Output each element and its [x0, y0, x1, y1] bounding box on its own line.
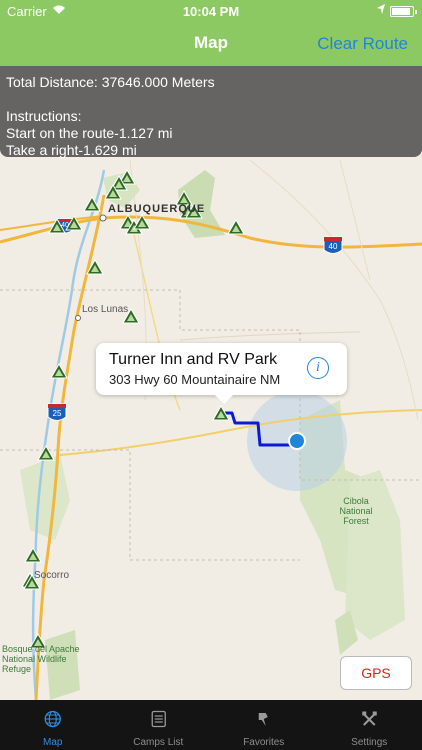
instruction-step: Take a right-1.629 mi: [6, 142, 137, 158]
pin-icon: [258, 713, 268, 726]
clock: 10:04 PM: [182, 4, 240, 19]
campsite-callout[interactable]: Turner Inn and RV Park 303 Hwy 60 Mounta…: [96, 343, 347, 404]
list-icon: [151, 710, 166, 728]
navigation-bar: Carrier 10:04 PM Map Clear Route: [0, 0, 422, 66]
label-i25: 25: [52, 409, 62, 418]
callout-title: Turner Inn and RV Park: [109, 351, 278, 368]
total-distance: Total Distance: 37646.000 Meters: [6, 74, 215, 90]
gps-button[interactable]: GPS: [340, 656, 412, 690]
tools-icon: [361, 711, 377, 726]
tab-label: Camps List: [133, 737, 184, 748]
route-instructions-panel: Total Distance: 37646.000 Meters Instruc…: [0, 66, 422, 158]
label-i40: 40: [328, 242, 338, 251]
location-arrow-icon: [377, 4, 385, 14]
label-cibola-national-forest: Cibola National Forest: [339, 496, 373, 526]
callout-address: 303 Hwy 60 Mountainaire NM: [109, 372, 281, 387]
label-bosque-del-apache: Bosque del Apache National Wildlife Refu…: [2, 644, 80, 674]
battery-icon: [390, 6, 417, 17]
tab-label: Map: [43, 737, 63, 748]
label-socorro: Socorro: [34, 570, 70, 581]
tab-label: Settings: [351, 737, 388, 748]
tab-camps-list[interactable]: Camps List: [106, 700, 212, 750]
tab-bar: Map Camps List Favorites Settings: [0, 700, 422, 750]
tab-settings[interactable]: Settings: [317, 700, 422, 750]
instructions-heading: Instructions:: [6, 108, 82, 124]
clear-route-button[interactable]: Clear Route: [317, 34, 408, 54]
info-icon[interactable]: i: [307, 357, 329, 379]
label-i40-west: 40: [61, 222, 69, 229]
tab-label: Favorites: [243, 737, 285, 748]
label-los-lunas: Los Lunas: [82, 304, 129, 315]
status-bar: Carrier 10:04 PM: [0, 0, 422, 22]
label-albuquerque: ALBUQUERQUE: [108, 203, 206, 215]
tab-favorites[interactable]: Favorites: [211, 700, 317, 750]
instruction-step: Start on the route-1.127 mi: [6, 125, 173, 141]
globe-icon: [44, 710, 61, 728]
tab-map[interactable]: Map: [0, 700, 106, 750]
